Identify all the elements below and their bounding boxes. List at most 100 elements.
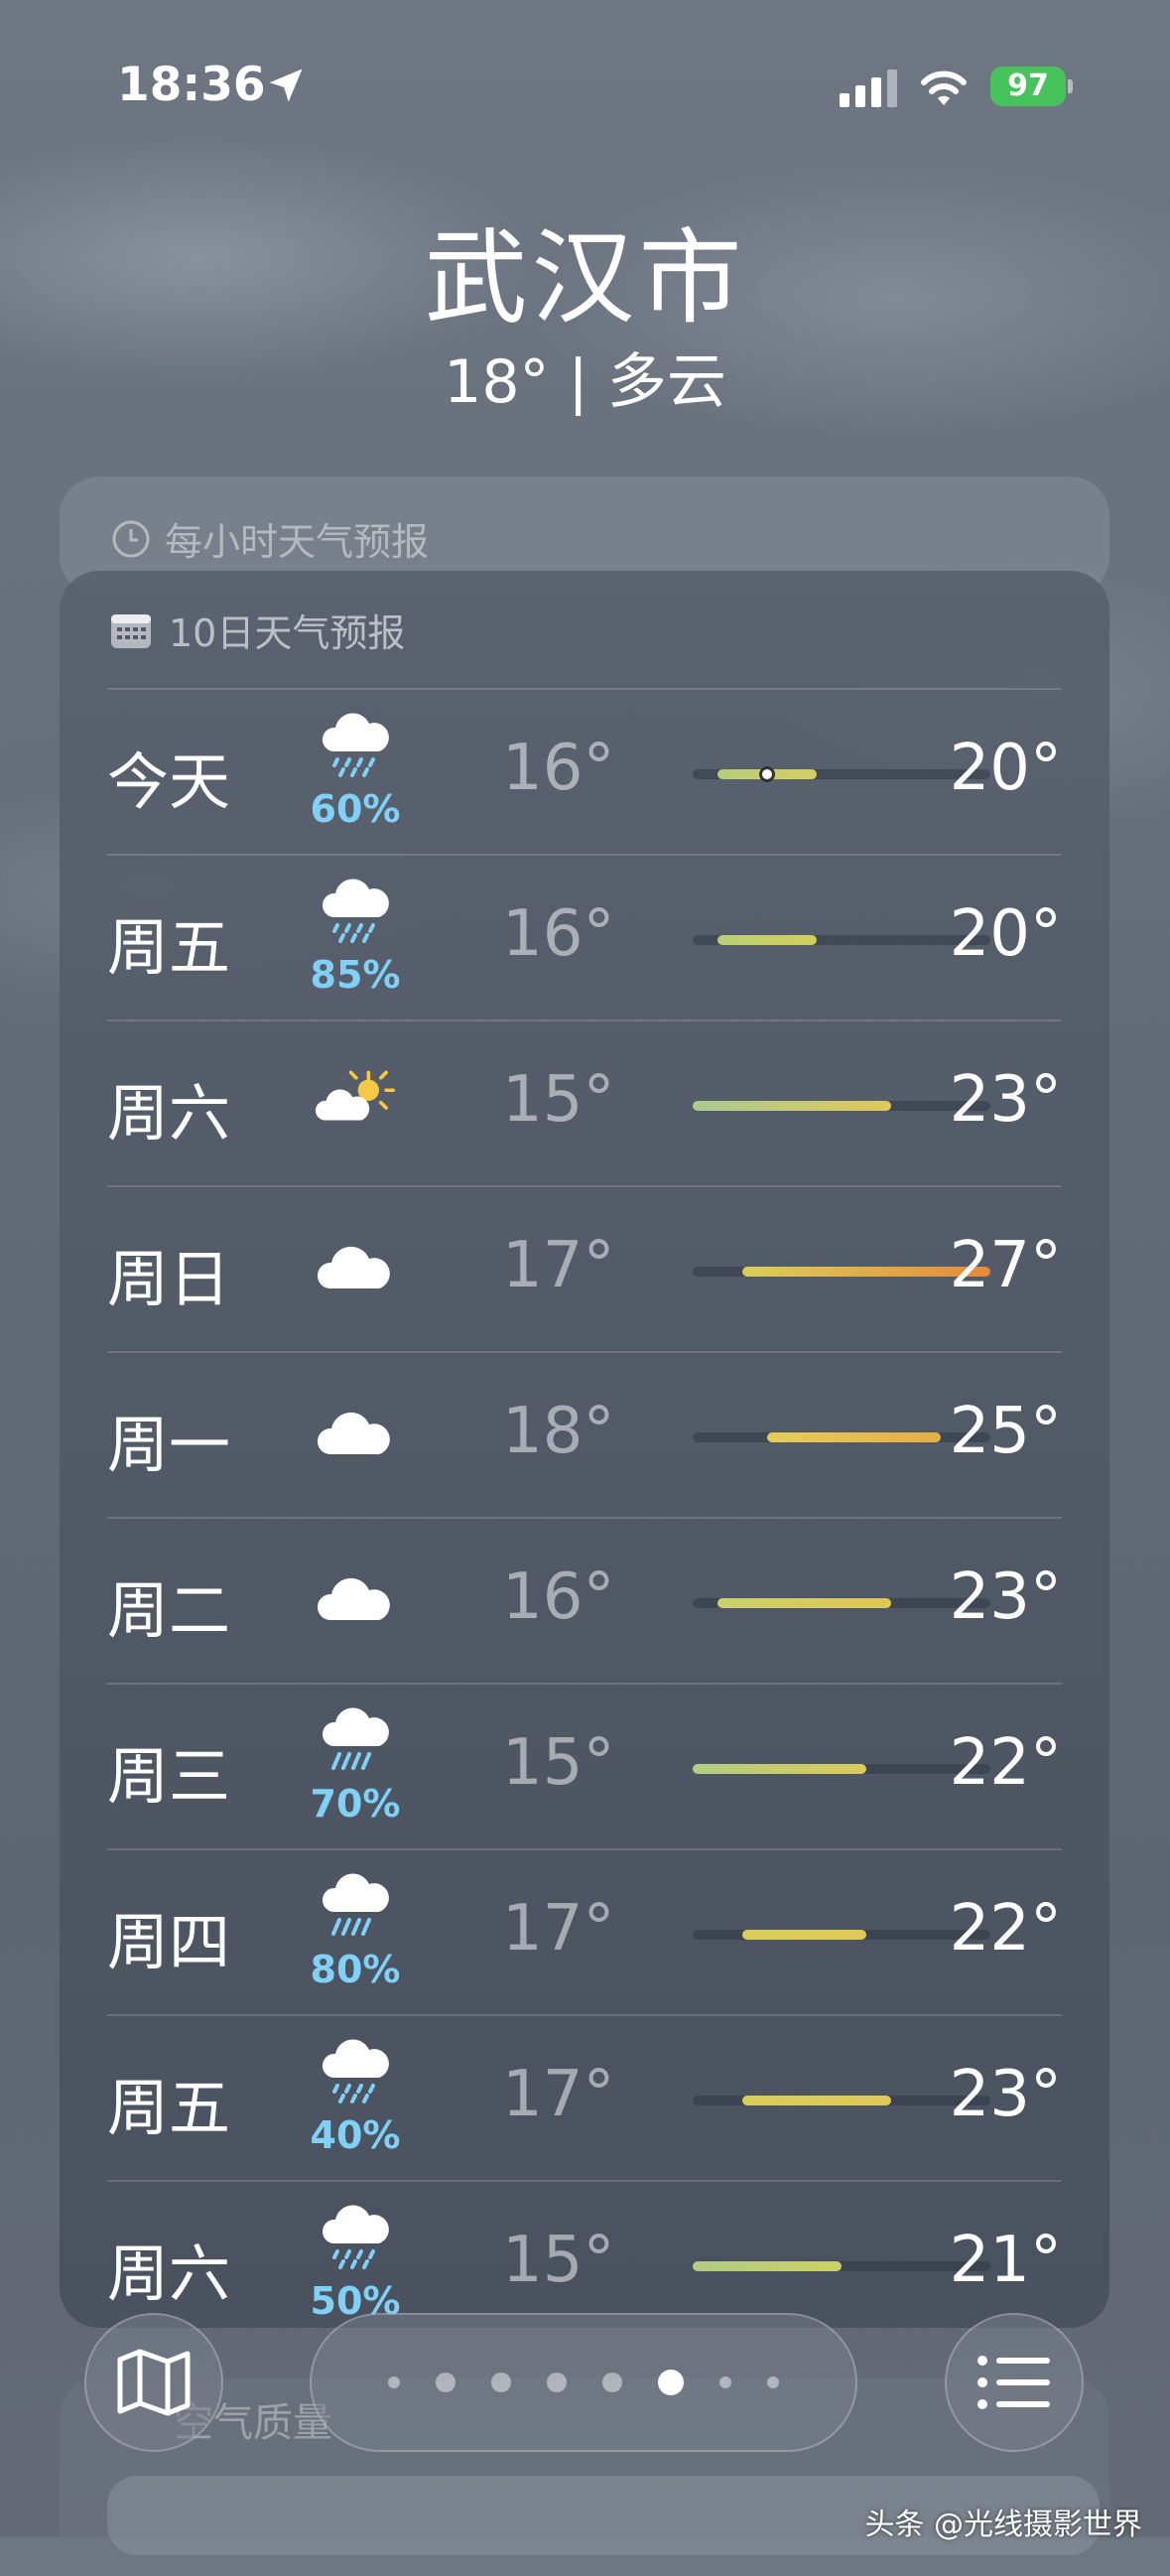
temperature-range-bar [693,766,990,782]
temperature-range-fill [693,1764,866,1774]
wifi-icon [921,70,967,105]
temperature-range-fill [717,935,817,945]
low-temperature: 15° [502,2224,615,2297]
temperature-range-fill [767,1432,941,1442]
page-dot[interactable] [388,2376,400,2388]
battery-level: 97 [1007,68,1049,103]
temperature-range-fill [693,2261,842,2271]
city-list-button[interactable] [945,2313,1084,2452]
forecast-row[interactable]: 今天 60% 16° 20° [107,688,1062,854]
calendar-icon [111,613,151,648]
low-temperature: 17° [502,1229,615,1302]
page-dot[interactable] [436,2373,455,2392]
hourly-forecast-label: 每小时天气预报 [165,520,430,564]
forecast-row[interactable]: 周六 15° 23° [107,1019,1062,1185]
temperature-range-bar [693,2261,990,2271]
precipitation-chance: 70% [310,1782,401,1826]
temperature-range-bar [693,1267,990,1277]
watermark: 头条 @光线摄影世界 [864,2508,1142,2542]
forecast-day: 周日 [107,1243,231,1315]
status-time: 18:36 [117,58,266,112]
forecast-day: 今天 [107,746,231,818]
hourly-forecast-header: 每小时天气预报 [111,511,429,566]
ten-day-forecast-title: 10日天气预报 [169,611,406,655]
location-arrow-icon [269,68,303,102]
cloud-rain-icon [316,1872,395,1942]
forecast-row[interactable]: 周四 80% 17° 22° [107,1848,1062,2014]
forecast-day: 周六 [107,2237,231,2310]
current-conditions: 18° | 多云 [444,347,726,417]
sun-behind-cloud-icon [315,1065,395,1135]
current-temperature-marker [759,766,775,782]
battery-indicator: 97 [990,67,1066,106]
page-dot[interactable] [719,2376,731,2388]
high-temperature: 23° [949,1063,1062,1137]
low-temperature: 16° [502,732,615,805]
high-temperature: 22° [949,1726,1062,1800]
forecast-row[interactable]: 周三 70% 15° 22° [107,1683,1062,1848]
high-temperature: 23° [949,1560,1062,1634]
forecast-row[interactable]: 周五 40% 17° 23° [107,2014,1062,2180]
cloud-drizzle-icon [316,878,395,947]
page-dot-active[interactable] [658,2370,684,2395]
precipitation-chance: 85% [310,953,401,997]
forecast-rows: 今天 60% 16° 20° 周五 85% 16° 20° 周六 15° 23° 周日 17° 27° 周一… [107,688,1062,2328]
page-dot[interactable] [767,2376,779,2388]
high-temperature: 21° [949,2224,1062,2297]
cloud-rain-icon [316,1706,395,1776]
ten-day-forecast-card[interactable]: 10日天气预报 今天 60% 16° 20° 周五 85% 16° 20° 周六 15° 23° 周日… [60,571,1109,2328]
page-dot[interactable] [491,2373,511,2392]
high-temperature: 20° [949,732,1062,805]
precipitation-chance: 80% [310,1948,401,1991]
battery-tip [1068,79,1073,93]
low-temperature: 17° [502,1892,615,1966]
forecast-row[interactable]: 周日 17° 27° [107,1185,1062,1351]
page-dot[interactable] [602,2373,622,2392]
temperature-range-bar [693,1101,990,1111]
ten-day-forecast-header: 10日天气预报 [109,603,405,657]
temperature-range-fill [693,1101,891,1111]
forecast-row[interactable]: 周五 85% 16° 20° [107,854,1062,1019]
forecast-day: 周一 [107,1409,231,1481]
location-header: 武汉市 18° | 多云 [0,213,1170,422]
temperature-range-bar [693,935,990,945]
cloud-drizzle-icon [316,712,395,781]
temperature-range-bar [693,1432,990,1442]
list-icon [977,2356,1050,2409]
page-indicator[interactable] [310,2313,857,2452]
low-temperature: 18° [502,1395,615,1468]
temperature-range-bar [693,1598,990,1608]
cloud-drizzle-icon [316,2204,395,2273]
forecast-day: 周四 [107,1906,231,1978]
forecast-row[interactable]: 周一 18° 25° [107,1351,1062,1517]
cloud-icon [316,1562,395,1632]
map-icon [117,2349,191,2416]
forecast-row[interactable]: 周二 16° 23° [107,1517,1062,1683]
high-temperature: 22° [949,1892,1062,1966]
low-temperature: 15° [502,1063,615,1137]
cloud-icon [316,1397,395,1466]
page-dot[interactable] [547,2373,567,2392]
forecast-day: 周二 [107,1574,231,1647]
low-temperature: 16° [502,897,615,971]
low-temperature: 15° [502,1726,615,1800]
cloud-drizzle-icon [316,2038,395,2107]
map-button[interactable] [84,2313,223,2452]
forecast-day: 周三 [107,1740,231,1813]
temperature-range-bar [693,1930,990,1940]
high-temperature: 20° [949,897,1062,971]
temperature-range-fill [742,1930,866,1940]
temperature-range-bar [693,2096,990,2105]
clock-icon [112,520,150,557]
forecast-day: 周六 [107,1077,231,1150]
low-temperature: 16° [502,1560,615,1634]
status-bar: 18:36 97 [0,58,1170,117]
forecast-day: 周五 [107,2072,231,2144]
forecast-row[interactable]: 周六 50% 15° 21° [107,2180,1062,2328]
precipitation-chance: 60% [310,787,401,831]
precipitation-chance: 40% [310,2113,401,2157]
temperature-range-fill [742,2096,891,2105]
high-temperature: 25° [949,1395,1062,1468]
high-temperature: 23° [949,2058,1062,2131]
cellular-signal-icon [840,68,897,107]
